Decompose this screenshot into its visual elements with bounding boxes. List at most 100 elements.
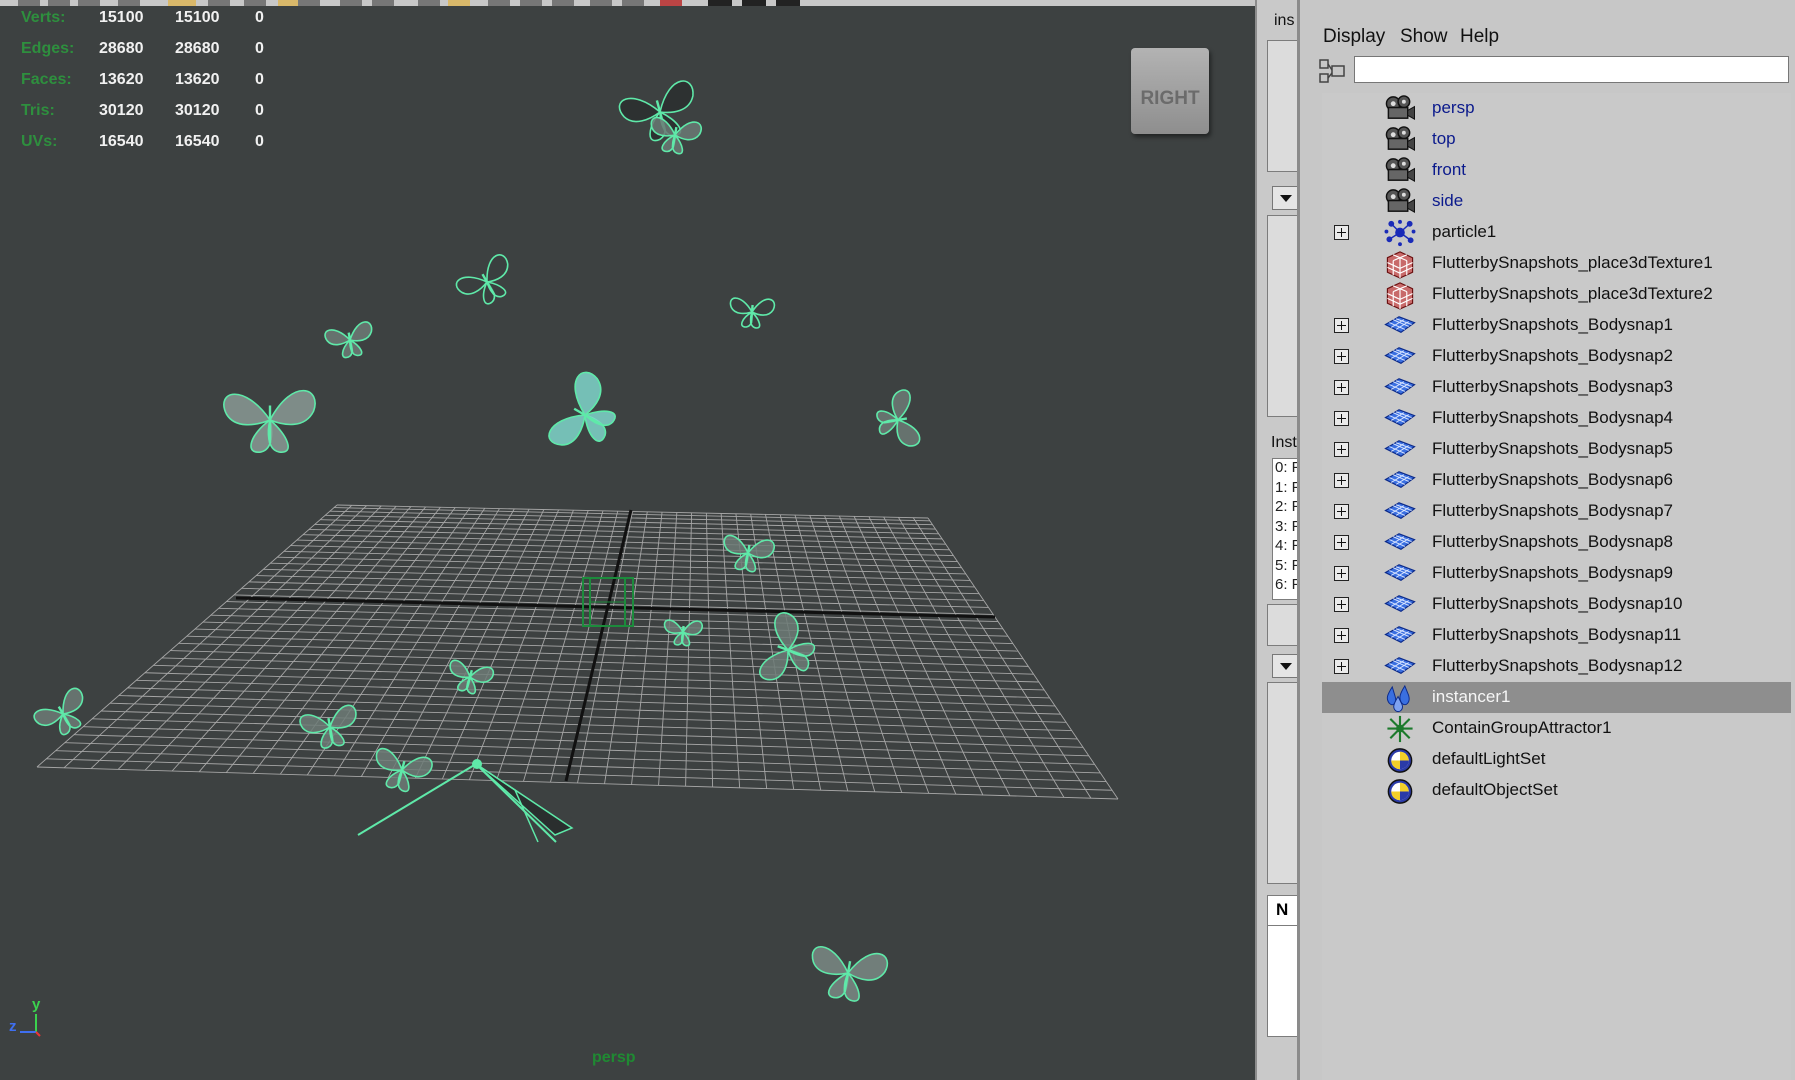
outliner-item-defaultObjectSet[interactable]: defaultObjectSet — [1322, 775, 1791, 806]
expand-plus-icon[interactable] — [1334, 597, 1349, 612]
grid-line — [809, 515, 903, 793]
outliner-item-FlutterbySnapshots_Bodysnap9[interactable]: FlutterbySnapshots_Bodysnap9 — [1322, 558, 1791, 589]
outliner-item-FlutterbySnapshots_Bodysnap7[interactable]: FlutterbySnapshots_Bodysnap7 — [1322, 496, 1791, 527]
texture-cube-icon — [1386, 251, 1414, 279]
butterfly-wing — [846, 952, 889, 981]
butterfly[interactable] — [453, 252, 521, 313]
notes-header: N — [1267, 895, 1299, 927]
grid-line — [55, 750, 1107, 782]
outliner-item-FlutterbySnapshots_place3dTexture1[interactable]: FlutterbySnapshots_place3dTexture1 — [1322, 248, 1791, 279]
list-item[interactable]: 2: F — [1273, 498, 1299, 518]
hud-value: 13620 — [175, 71, 220, 88]
list-item[interactable]: 5: F — [1273, 557, 1299, 577]
outliner-item-label: FlutterbySnapshots_Bodysnap1 — [1432, 315, 1673, 334]
list-item[interactable]: 4: F — [1273, 537, 1299, 557]
expand-plus-icon[interactable] — [1334, 225, 1349, 240]
hud-label: Tris: — [21, 102, 55, 119]
instancer-icon — [1386, 684, 1410, 713]
butterfly[interactable] — [223, 389, 316, 453]
outliner-item-FlutterbySnapshots_Bodysnap5[interactable]: FlutterbySnapshots_Bodysnap5 — [1322, 434, 1791, 465]
butterfly[interactable] — [806, 942, 889, 1005]
outliner-item-label: FlutterbySnapshots_Bodysnap4 — [1432, 408, 1673, 427]
outliner-item-FlutterbySnapshots_Bodysnap4[interactable]: FlutterbySnapshots_Bodysnap4 — [1322, 403, 1791, 434]
notes-field[interactable] — [1267, 925, 1299, 1037]
list-item[interactable]: 1: F — [1273, 479, 1299, 499]
outliner-item-instancer1[interactable]: instancer1 — [1322, 682, 1791, 713]
outliner-item-label: FlutterbySnapshots_Bodysnap12 — [1432, 656, 1683, 675]
outliner-item-front[interactable]: front — [1322, 155, 1791, 186]
panel-title-text: ins — [1274, 12, 1295, 29]
list-item[interactable]: 0: F — [1273, 459, 1299, 479]
outliner-item-FlutterbySnapshots_Bodysnap3[interactable]: FlutterbySnapshots_Bodysnap3 — [1322, 372, 1791, 403]
butterfly[interactable] — [728, 296, 776, 329]
expand-plus-icon[interactable] — [1334, 411, 1349, 426]
outliner-item-label: particle1 — [1432, 222, 1497, 241]
hud-value: 0 — [255, 71, 264, 88]
mesh-icon — [1384, 626, 1416, 643]
outliner-item-FlutterbySnapshots_Bodysnap1[interactable]: FlutterbySnapshots_Bodysnap1 — [1322, 310, 1791, 341]
butterfly[interactable] — [299, 704, 361, 751]
outliner-item-ContainGroupAttractor1[interactable]: ContainGroupAttractor1 — [1322, 713, 1791, 744]
list-item[interactable]: 6: F — [1273, 576, 1299, 596]
butterfly-wing — [896, 418, 921, 447]
expand-plus-icon[interactable] — [1334, 535, 1349, 550]
list-item[interactable]: 3: F — [1273, 518, 1299, 538]
expand-plus-icon[interactable] — [1334, 473, 1349, 488]
outliner-item-FlutterbySnapshots_Bodysnap2[interactable]: FlutterbySnapshots_Bodysnap2 — [1322, 341, 1791, 372]
expand-plus-icon[interactable] — [1334, 659, 1349, 674]
mesh-icon — [1384, 502, 1416, 519]
dropdown-arrow-button[interactable] — [1272, 186, 1299, 210]
outliner-item-top[interactable]: top — [1322, 124, 1791, 155]
expand-plus-icon[interactable] — [1334, 504, 1349, 519]
outliner-item-FlutterbySnapshots_Bodysnap11[interactable]: FlutterbySnapshots_Bodysnap11 — [1322, 620, 1791, 651]
butterfly[interactable] — [324, 321, 376, 361]
panel-section — [1267, 682, 1299, 884]
outliner-item-defaultLightSet[interactable]: defaultLightSet — [1322, 744, 1791, 775]
outliner-item-side[interactable]: side — [1322, 186, 1791, 217]
butterfly-wing — [811, 946, 850, 976]
menu-display[interactable]: Display — [1323, 26, 1385, 48]
expand-plus-icon[interactable] — [1334, 628, 1349, 643]
outliner-item-FlutterbySnapshots_Bodysnap8[interactable]: FlutterbySnapshots_Bodysnap8 — [1322, 527, 1791, 558]
butterfly-wing — [223, 393, 272, 426]
view-cube-label[interactable]: RIGHT — [1131, 88, 1209, 110]
outliner-item-FlutterbySnapshots_place3dTexture2[interactable]: FlutterbySnapshots_place3dTexture2 — [1322, 279, 1791, 310]
butterfly[interactable] — [873, 389, 921, 451]
outliner-tree[interactable]: persp top front side particle1 FlutterbySnaps… — [1322, 93, 1791, 1080]
outliner-item-label: FlutterbySnapshots_Bodysnap2 — [1432, 346, 1673, 365]
expand-plus-icon[interactable] — [1334, 380, 1349, 395]
hud-value: 0 — [255, 9, 264, 26]
expand-plus-icon[interactable] — [1334, 442, 1349, 457]
hud-value: 16540 — [175, 133, 220, 150]
outliner-item-persp[interactable]: persp — [1322, 93, 1791, 124]
view-cube[interactable]: RIGHT — [1131, 48, 1209, 134]
grid-line — [46, 758, 1113, 791]
grid-line — [74, 734, 1095, 765]
outliner-item-particle1[interactable]: particle1 — [1322, 217, 1791, 248]
filter-options-icon[interactable] — [1318, 56, 1348, 86]
butterfly[interactable] — [444, 658, 495, 698]
menu-help[interactable]: Help — [1460, 26, 1499, 48]
expand-plus-icon[interactable] — [1334, 318, 1349, 333]
hud-value: 0 — [255, 133, 264, 150]
inst-label: Inst — [1271, 434, 1297, 451]
outliner-item-label: front — [1432, 160, 1467, 179]
scene-canvas[interactable] — [0, 0, 1255, 1080]
expand-plus-icon[interactable] — [1334, 349, 1349, 364]
hud-value: 0 — [255, 102, 264, 119]
dropdown-arrow-button[interactable] — [1272, 654, 1299, 678]
outliner-item-FlutterbySnapshots_Bodysnap12[interactable]: FlutterbySnapshots_Bodysnap12 — [1322, 651, 1791, 682]
dragonfly-instance[interactable] — [357, 759, 574, 843]
outliner-item-FlutterbySnapshots_Bodysnap10[interactable]: FlutterbySnapshots_Bodysnap10 — [1322, 589, 1791, 620]
menu-show[interactable]: Show — [1400, 26, 1448, 48]
expand-plus-icon[interactable] — [1334, 566, 1349, 581]
hud-label: Verts: — [21, 9, 66, 26]
filter-input[interactable] — [1354, 56, 1789, 83]
butterfly[interactable] — [543, 369, 628, 464]
grid-line — [883, 516, 1038, 797]
outliner-item-label: top — [1432, 129, 1456, 148]
3d-viewport[interactable]: Verts: 15100 15100 0 Edges: 28680 28680 0 Faces:… — [0, 0, 1255, 1080]
instance-list[interactable]: 0: F 1: F 2: F 3: F 4: F 5: F 6: F — [1272, 458, 1299, 600]
panel-button[interactable] — [1267, 604, 1299, 646]
outliner-item-FlutterbySnapshots_Bodysnap6[interactable]: FlutterbySnapshots_Bodysnap6 — [1322, 465, 1791, 496]
